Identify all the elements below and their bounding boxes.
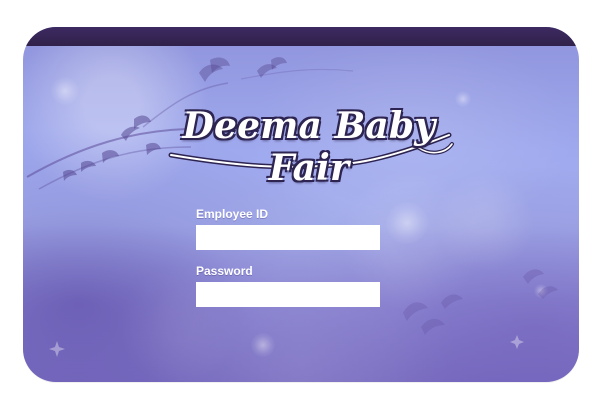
logo-text: Deema Baby Fair bbox=[182, 105, 436, 189]
employee-id-input[interactable] bbox=[196, 225, 380, 250]
password-label: Password bbox=[196, 264, 253, 278]
login-form: Employee ID Password bbox=[196, 207, 380, 307]
top-bar bbox=[23, 27, 579, 46]
login-card: Deema Baby Fair Employee ID Password bbox=[23, 27, 579, 382]
login-page: Deema Baby Fair Employee ID Password bbox=[0, 0, 600, 400]
brand-logo: Deema Baby Fair bbox=[159, 97, 459, 189]
employee-id-label: Employee ID bbox=[196, 207, 269, 221]
employee-id-group: Employee ID bbox=[196, 207, 380, 250]
floral-decoration-icon bbox=[26, 57, 558, 357]
password-input[interactable] bbox=[196, 282, 380, 307]
password-group: Password bbox=[196, 264, 380, 307]
